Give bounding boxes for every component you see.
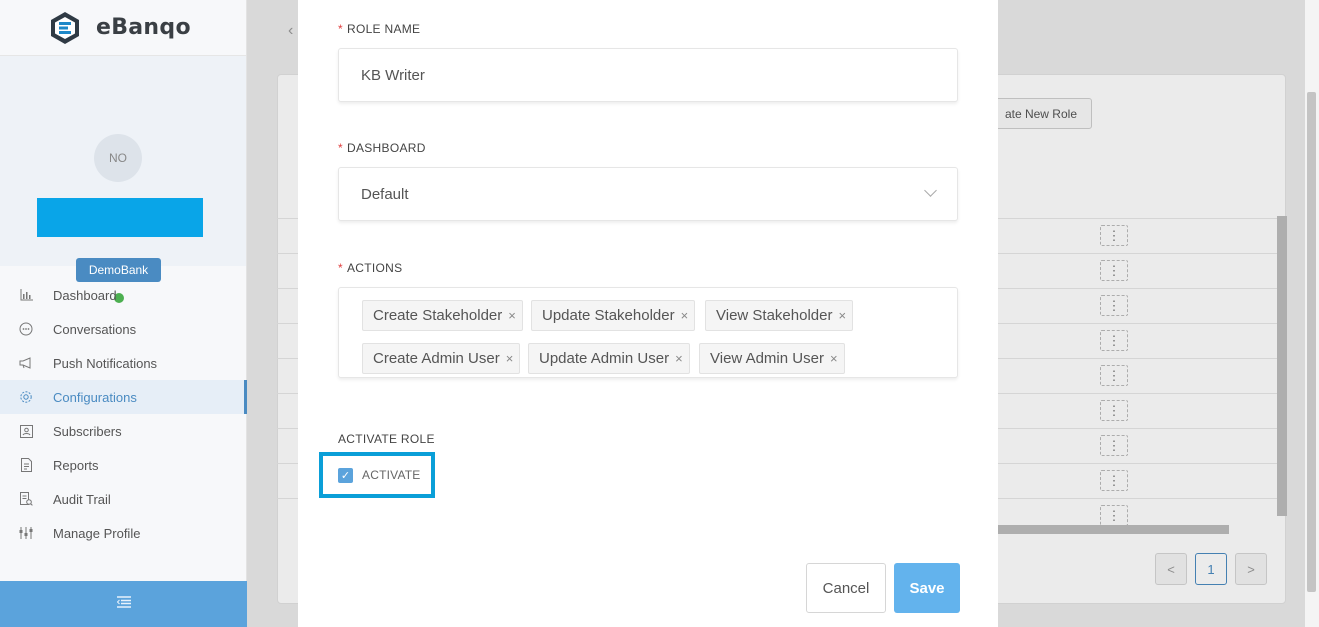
document-icon [18,457,34,473]
ebanqo-logo-icon [51,11,79,44]
bar-chart-icon [18,287,34,303]
action-tag[interactable]: View Admin User × [699,343,845,374]
sidebar: eBanqo NO DemoBank Dashboard Conversatio… [0,0,247,627]
profile-panel: NO DemoBank [0,56,246,303]
dashboard-label: * DASHBOARD [338,141,426,155]
activate-role-label: ACTIVATE ROLE [338,432,435,446]
sidebar-item-conversations[interactable]: Conversations [0,312,247,346]
remove-tag-icon[interactable]: × [508,308,516,323]
remove-tag-icon[interactable]: × [506,351,514,366]
actions-multiselect[interactable]: Create Stakeholder × Update Stakeholder × … [338,287,958,378]
user-name-bar [37,198,203,237]
sidebar-item-label: Conversations [53,321,137,337]
brand-name: eBanqo [96,15,191,40]
logo-bar: eBanqo [0,0,246,56]
sidebar-item-push-notifications[interactable]: Push Notifications [0,346,247,380]
contact-card-icon [18,423,34,439]
action-tag[interactable]: Update Admin User × [528,343,690,374]
action-tag[interactable]: View Stakeholder × [705,300,854,331]
sidebar-item-audit-trail[interactable]: Audit Trail [0,482,247,516]
audit-icon [18,491,34,507]
activate-checkbox-highlight[interactable]: ✓ ACTIVATE [319,452,435,498]
save-button[interactable]: Save [894,563,960,613]
remove-tag-icon[interactable]: × [675,351,683,366]
edit-role-modal: * ROLE NAME KB Writer * DASHBOARD Default … [298,0,998,627]
avatar[interactable]: NO [94,134,142,182]
required-asterisk: * [338,141,343,155]
role-name-label: * ROLE NAME [338,22,421,36]
remove-tag-icon[interactable]: × [838,308,846,323]
sidebar-item-label: Configurations [53,389,137,405]
sidebar-item-label: Dashboard [53,287,117,303]
sidebar-item-manage-profile[interactable]: Manage Profile [0,516,247,550]
actions-label: * ACTIONS [338,261,403,275]
sidebar-item-subscribers[interactable]: Subscribers [0,414,247,448]
dashboard-select-value: Default [361,185,409,203]
required-asterisk: * [338,22,343,36]
sidebar-item-label: Reports [53,457,99,473]
remove-tag-icon[interactable]: × [681,308,689,323]
sidebar-item-label: Manage Profile [53,525,141,541]
dashboard-select[interactable]: Default [338,167,958,221]
collapse-sidebar-button[interactable] [0,581,247,627]
action-tag[interactable]: Create Admin User × [362,343,521,374]
sidebar-item-label: Push Notifications [53,355,158,371]
activate-checkbox-label: ACTIVATE [362,468,421,482]
action-tag[interactable]: Update Stakeholder × [531,300,696,331]
gear-icon [18,389,34,405]
action-tag[interactable]: Create Stakeholder × [362,300,523,331]
cancel-button[interactable]: Cancel [806,563,886,613]
required-asterisk: * [338,261,343,275]
sidebar-nav: Dashboard Conversations Push Notificatio… [0,278,247,550]
sidebar-item-label: Subscribers [53,423,122,439]
sliders-icon [18,525,34,541]
sidebar-item-label: Audit Trail [53,491,111,507]
chevron-down-icon [924,184,937,197]
remove-tag-icon[interactable]: × [830,351,838,366]
checkbox-checked-icon[interactable]: ✓ [338,467,353,483]
collapse-menu-icon [116,595,131,613]
role-name-input[interactable]: KB Writer [338,48,958,102]
page-scrollbar[interactable] [1307,92,1316,592]
sidebar-item-configurations[interactable]: Configurations [0,380,247,414]
sidebar-item-reports[interactable]: Reports [0,448,247,482]
megaphone-icon [18,355,34,371]
chat-icon [18,321,34,337]
sidebar-item-dashboard[interactable]: Dashboard [0,278,247,312]
